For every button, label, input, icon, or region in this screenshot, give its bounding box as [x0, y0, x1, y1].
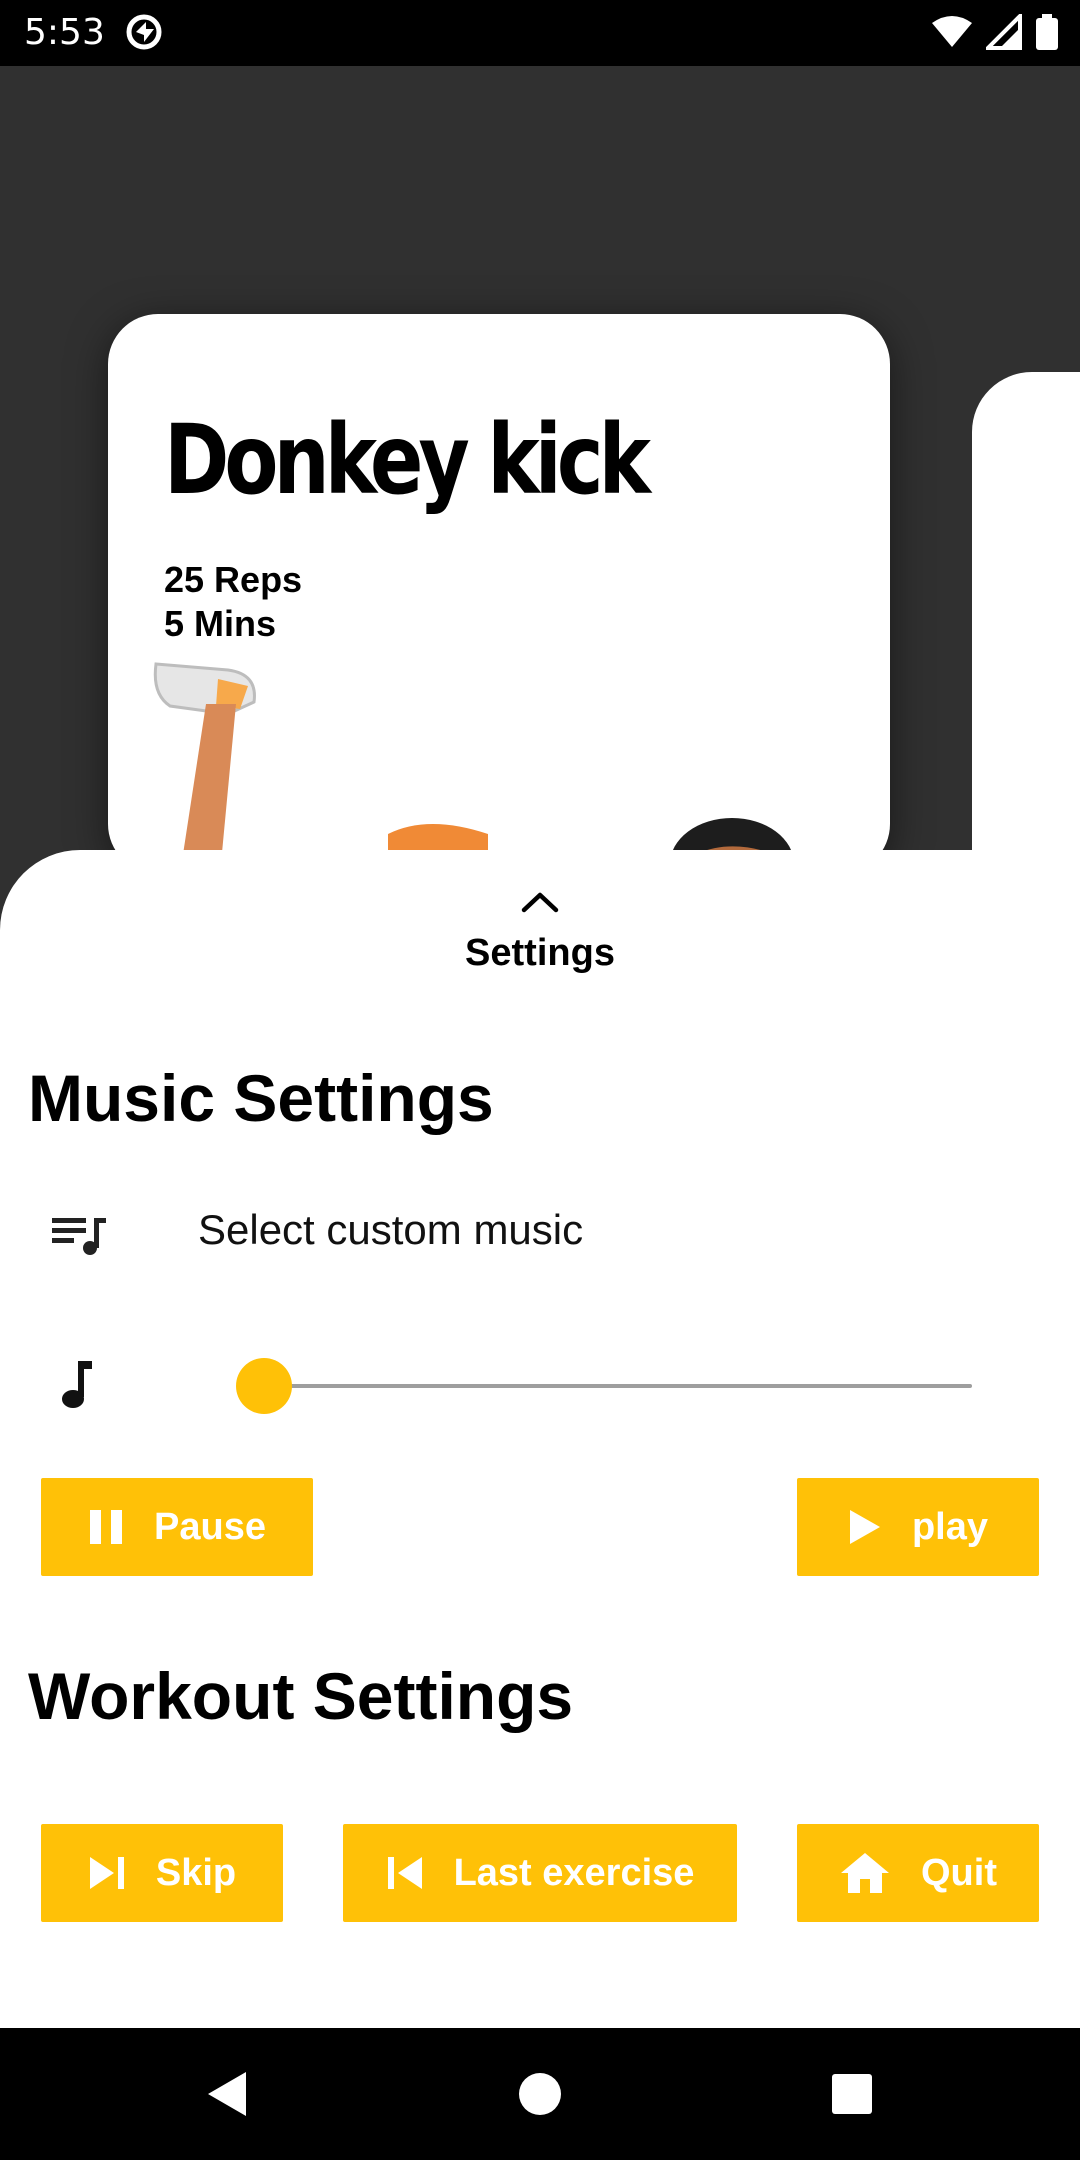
music-note-icon — [62, 1361, 92, 1408]
signal-icon — [986, 14, 1022, 50]
status-time: 5:53 — [24, 12, 105, 53]
play-icon — [849, 1510, 880, 1544]
navigation-bar — [0, 2028, 1080, 2160]
last-exercise-button[interactable]: Last exercise — [343, 1824, 737, 1922]
volume-slider[interactable] — [236, 1355, 972, 1415]
pause-icon — [90, 1510, 123, 1544]
recents-icon[interactable] — [822, 2064, 882, 2124]
home-icon — [841, 1853, 889, 1893]
exercise-meta: 25 Reps 5 Mins — [164, 558, 302, 646]
status-icons — [932, 12, 1058, 52]
home-nav-icon[interactable] — [510, 2064, 570, 2124]
exercise-title: Donkey kick — [164, 404, 651, 516]
data-saver-icon — [126, 14, 162, 50]
volume-slider-track[interactable] — [264, 1384, 972, 1388]
pause-label: Pause — [154, 1505, 266, 1548]
next-exercise-card[interactable] — [972, 372, 1080, 912]
skip-label: Skip — [155, 1851, 237, 1894]
settings-title[interactable]: Settings — [0, 932, 1080, 975]
exercise-reps: 25 Reps — [164, 559, 303, 600]
skip-previous-icon — [387, 1857, 422, 1889]
play-label: play — [911, 1505, 989, 1548]
volume-slider-thumb[interactable] — [236, 1358, 292, 1414]
workout-settings-heading: Workout Settings — [28, 1659, 574, 1733]
skip-button[interactable]: Skip — [41, 1824, 283, 1922]
settings-sheet: Settings Music Settings Select custom mu… — [0, 850, 1080, 2028]
quit-button[interactable]: Quit — [797, 1824, 1039, 1922]
last-exercise-label: Last exercise — [453, 1851, 695, 1894]
chevron-up-icon[interactable] — [520, 890, 560, 914]
pause-button[interactable]: Pause — [41, 1478, 313, 1576]
quit-label: Quit — [921, 1851, 997, 1894]
skip-next-icon — [89, 1857, 124, 1889]
music-settings-heading: Music Settings — [28, 1061, 494, 1135]
back-icon[interactable] — [198, 2064, 258, 2124]
wifi-icon — [932, 16, 972, 47]
battery-icon — [1036, 14, 1058, 50]
playlist-icon — [52, 1218, 106, 1255]
select-custom-music[interactable]: Select custom music — [198, 1206, 583, 1254]
play-button[interactable]: play — [797, 1478, 1039, 1576]
exercise-card[interactable]: Donkey kick 25 Reps 5 Mins — [108, 314, 890, 874]
exercise-image — [153, 662, 798, 874]
status-bar: 5:53 — [0, 0, 1080, 66]
